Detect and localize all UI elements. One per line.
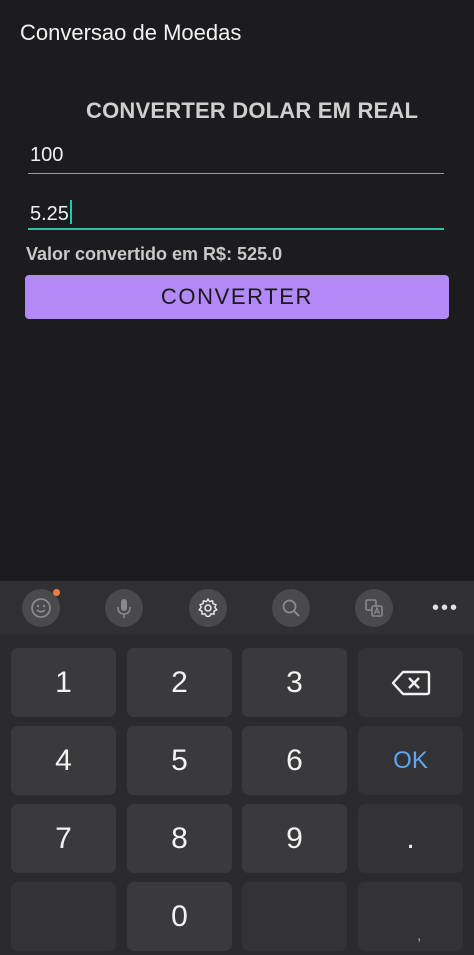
key-empty-left [11,882,116,951]
conversion-result: Valor convertido em R$: 525.0 [26,244,283,264]
convert-button[interactable]: CONVERTER [25,275,449,319]
dollar-amount-input[interactable]: 100 [28,140,444,174]
backspace-key[interactable] [358,648,463,717]
search-icon[interactable] [272,589,310,627]
settings-icon[interactable] [189,589,227,627]
notification-dot [53,589,60,596]
key-5[interactable]: 5 [127,726,232,795]
exchange-rate-value: 5.25 [30,203,69,225]
key-4[interactable]: 4 [11,726,116,795]
key-7[interactable]: 7 [11,804,116,873]
microphone-icon[interactable] [105,589,143,627]
app-title: Conversao de Moedas [20,20,242,45]
app-screen: Conversao de Moedas CONVERTER DOLAR EM R… [0,0,474,955]
text-cursor [69,200,72,224]
key-1[interactable]: 1 [11,648,116,717]
key-comma[interactable]: , [358,882,463,951]
key-8[interactable]: 8 [127,804,232,873]
key-empty-middle [242,882,347,951]
emoji-icon[interactable] [22,589,60,627]
comma-mark: , [417,927,421,943]
more-options-icon[interactable]: ••• [432,598,459,618]
keyboard-toolbar: ••• [0,581,474,635]
exchange-rate-underline [28,228,444,230]
backspace-icon [391,670,430,695]
key-3[interactable]: 3 [242,648,347,717]
key-9[interactable]: 9 [242,804,347,873]
key-dot[interactable]: . [358,804,463,873]
dollar-amount-value: 100 [30,144,64,166]
key-6[interactable]: 6 [242,726,347,795]
key-2[interactable]: 2 [127,648,232,717]
converter-heading: CONVERTER DOLAR EM REAL [86,98,419,123]
key-0[interactable]: 0 [127,882,232,951]
exchange-rate-input[interactable]: 5.25 [28,196,444,230]
exchange-rate-wrapper: 5.25 [30,200,72,226]
dollar-amount-underline [28,173,444,174]
translate-icon[interactable] [355,589,393,627]
numeric-keyboard: ••• 1 2 3 4 5 6 OK 7 8 9 . 0 , [0,581,474,955]
ok-key[interactable]: OK [358,726,463,795]
